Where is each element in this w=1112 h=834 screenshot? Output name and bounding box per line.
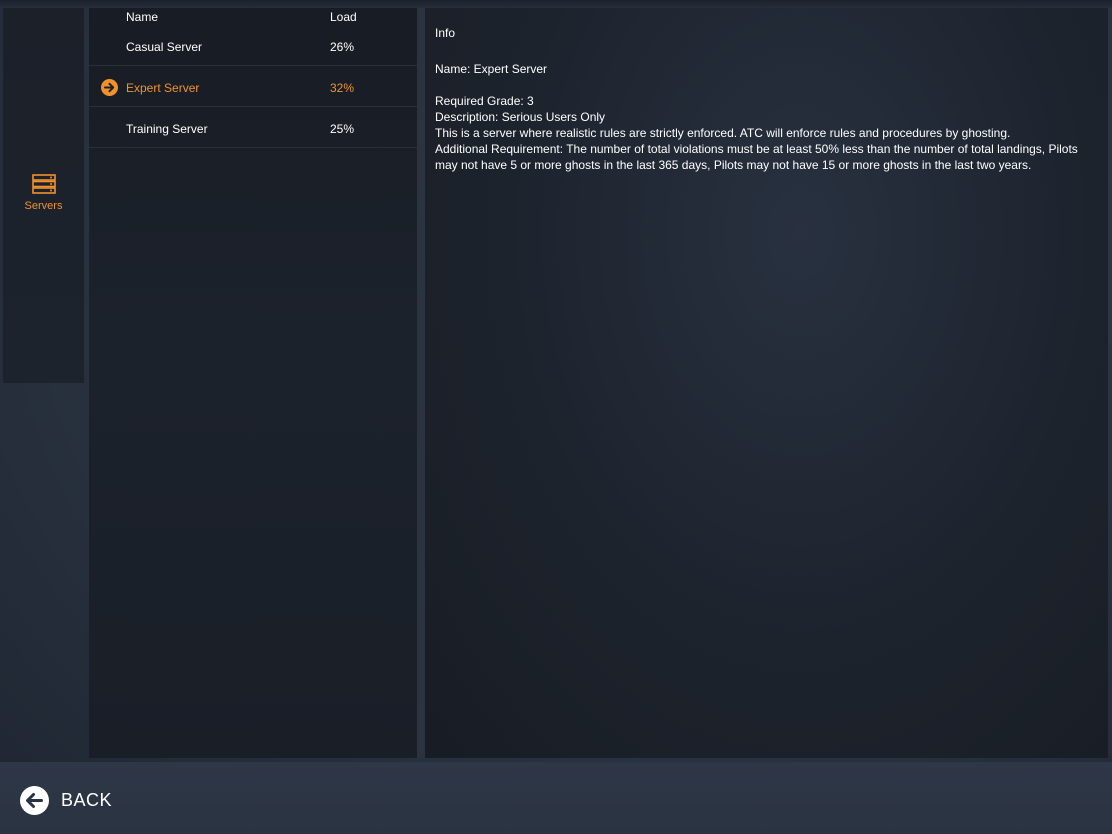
back-button-label: BACK [61,789,113,810]
server-name: Training Server [126,122,208,136]
app-window: Servers Name Load Casual Server 26% Expe… [0,0,1112,834]
info-additional-requirement: Additional Requirement: The number of to… [435,142,1078,172]
back-button[interactable]: BACK [20,785,112,815]
top-strip [0,0,1112,8]
sidebar-item-servers[interactable]: Servers [3,174,84,218]
server-load: 32% [330,81,355,95]
arrow-right-circle-icon [101,79,118,96]
list-header: Name Load [89,8,417,26]
info-description: Description: Serious Users Only [435,110,606,124]
column-header-name: Name [126,10,159,24]
server-row-expert[interactable]: Expert Server 32% [89,67,417,107]
server-name: Casual Server [126,40,203,54]
panel-divider [417,8,425,758]
server-name: Expert Server [126,81,200,95]
info-rules: This is a server where realistic rules a… [435,126,1011,140]
info-required-grade: Required Grade: 3 [435,94,534,108]
info-name: Name: Expert Server [435,62,548,76]
arrow-left-circle-icon [20,785,49,815]
bottom-bar: BACK [0,762,1112,834]
sidebar-item-label: Servers [24,200,63,212]
info-panel: Info Name: Expert Server Required Grade:… [425,8,1108,758]
info-title: Info [435,26,456,40]
sidebar: Servers [3,8,84,383]
column-header-load: Load [330,10,357,24]
server-list-panel: Name Load Casual Server 26% Expert Serve… [89,8,417,758]
server-row-casual[interactable]: Casual Server 26% [89,26,417,66]
server-load: 26% [330,40,355,54]
server-stack-icon [31,174,56,194]
server-load: 25% [330,122,355,136]
server-row-training[interactable]: Training Server 25% [89,108,417,148]
info-body: Name: Expert Server Required Grade: 3 De… [435,61,1095,173]
